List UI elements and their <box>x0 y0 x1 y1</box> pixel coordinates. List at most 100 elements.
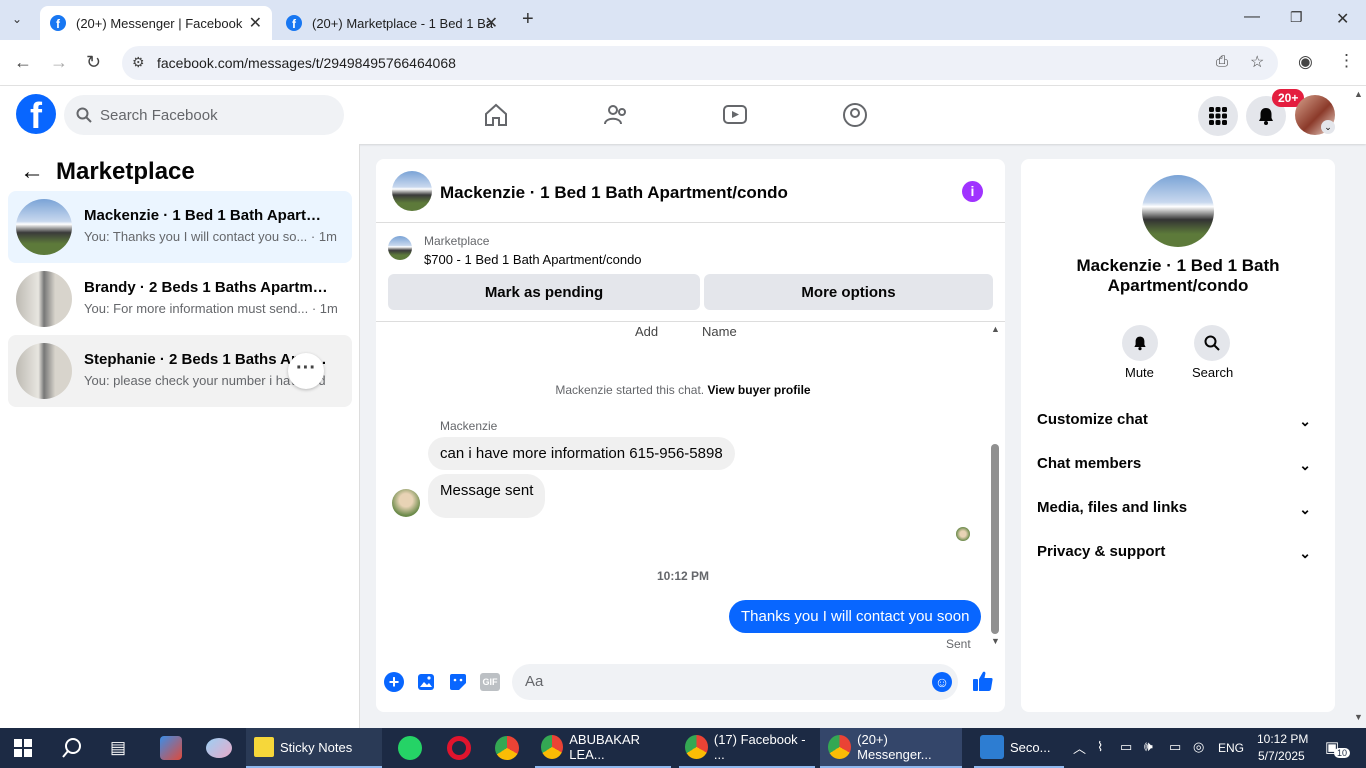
sender-name: Mackenzie <box>440 419 498 433</box>
scroll-up-icon[interactable]: ▲ <box>991 324 1000 334</box>
privacy-support-section[interactable]: Privacy & support ⌄ <box>1037 543 1319 573</box>
scrollbar-thumb[interactable] <box>991 444 999 634</box>
forward-icon[interactable]: → <box>50 52 68 73</box>
tab-search-icon[interactable]: ⌄ <box>12 12 22 26</box>
mark-as-pending-button[interactable]: Mark as pending <box>388 274 700 310</box>
received-message[interactable]: Message sent <box>428 474 546 518</box>
more-actions-plus-icon[interactable]: + <box>384 672 404 692</box>
message-input[interactable]: Aa ☺ <box>512 664 958 700</box>
taskbar-label: ABUBAKAR LEA... <box>569 732 641 762</box>
windows-start-icon[interactable] <box>14 739 32 757</box>
bell-icon <box>1134 336 1146 351</box>
home-icon[interactable] <box>483 102 509 128</box>
friends-icon[interactable] <box>603 102 629 128</box>
message-timestamp: 10:12 PM <box>656 569 710 583</box>
bookmark-star-icon[interactable]: ☆ <box>1250 52 1264 72</box>
language-indicator[interactable]: ENG <box>1218 741 1244 755</box>
received-message[interactable]: can i have more information 615-956-5898 <box>428 437 735 470</box>
whatsapp-icon[interactable] <box>398 736 422 760</box>
watch-video-icon[interactable] <box>722 102 748 128</box>
chrome-menu-icon[interactable]: ⋮ <box>1338 51 1355 71</box>
install-app-icon[interactable]: ⎙ <box>1216 53 1228 70</box>
chrome-icon <box>541 735 564 759</box>
minimize-icon[interactable]: — <box>1244 8 1260 26</box>
gif-icon[interactable]: GIF <box>480 673 500 691</box>
view-buyer-profile-link[interactable]: View buyer profile <box>707 383 810 397</box>
chat-title[interactable]: Mackenzie · 1 Bed 1 Bath Apartment/condo <box>440 183 788 203</box>
account-chevron-icon[interactable]: ⌄ <box>1321 120 1335 134</box>
groups-icon[interactable] <box>842 102 868 128</box>
reload-icon[interactable]: ↻ <box>86 52 101 73</box>
search-chat-button[interactable] <box>1194 325 1230 361</box>
camera-icon[interactable]: ◎ <box>1193 739 1204 755</box>
facebook-header: f Search Facebook 20+ ⌄ <box>0 86 1366 144</box>
conversation-item[interactable]: Brandy · 2 Beds 1 Baths Apartment... You… <box>8 263 352 335</box>
chat-scrollbar[interactable]: ▲ ▼ <box>990 324 1000 649</box>
tab-messenger[interactable]: f (20+) Messenger | Facebook ✕ <box>40 6 272 40</box>
message-placeholder: Aa <box>525 673 544 690</box>
chat-members-section[interactable]: Chat members ⌄ <box>1037 455 1319 485</box>
sender-avatar[interactable] <box>392 489 420 517</box>
conversation-item[interactable]: Mackenzie · 1 Bed 1 Bath Apartme... You:… <box>8 191 352 263</box>
taskbar-chrome-window-active[interactable]: (20+) Messenger... <box>820 728 962 768</box>
customize-chat-section[interactable]: Customize chat ⌄ <box>1037 411 1319 441</box>
menu-grid-button[interactable] <box>1198 96 1238 136</box>
emoji-icon[interactable]: ☺ <box>932 672 952 692</box>
app-icon[interactable] <box>206 738 232 758</box>
sticker-icon[interactable] <box>448 672 468 692</box>
tab-marketplace[interactable]: f (20+) Marketplace - 1 Bed 1 Ba ✕ <box>276 6 508 40</box>
section-label: Customize chat <box>1037 411 1148 428</box>
panel-title: Marketplace <box>56 158 195 185</box>
conversation-options-icon[interactable]: ··· <box>288 353 324 389</box>
info-icon[interactable]: i <box>962 181 983 202</box>
taskbar-sticky-notes[interactable]: Sticky Notes <box>246 728 382 768</box>
display-icon[interactable]: ▭ <box>1120 739 1132 755</box>
task-view-icon[interactable]: ▤ <box>110 738 126 758</box>
scroll-down-icon[interactable]: ▼ <box>991 636 1000 646</box>
listing-source: Marketplace <box>424 234 490 248</box>
close-window-icon[interactable]: ✕ <box>1336 9 1349 29</box>
close-tab-icon[interactable]: ✕ <box>249 13 262 33</box>
battery-icon[interactable]: ▭ <box>1169 739 1181 755</box>
opera-icon[interactable] <box>447 736 471 760</box>
profile-icon[interactable]: ◉ <box>1298 52 1313 72</box>
facebook-logo-icon[interactable]: f <box>16 94 56 134</box>
more-options-button[interactable]: More options <box>704 274 993 310</box>
new-tab-icon[interactable]: + <box>522 8 534 31</box>
address-bar[interactable]: ⚙ facebook.com/messages/t/29498495766464… <box>122 46 1278 80</box>
taskbar-app-window[interactable]: Seco... <box>974 728 1064 768</box>
taskbar-chrome-window[interactable]: ABUBAKAR LEA... <box>535 728 671 768</box>
volume-icon[interactable]: 🕪 <box>1144 738 1153 755</box>
mute-button[interactable] <box>1122 325 1158 361</box>
profile-avatar[interactable] <box>1142 175 1214 247</box>
clock-time[interactable]: 10:12 PM <box>1257 732 1308 746</box>
conversation-item[interactable]: Stephanie · 2 Beds 1 Baths Apar... You: … <box>8 335 352 407</box>
app-icon[interactable] <box>160 736 182 760</box>
photo-icon[interactable] <box>416 672 436 692</box>
chrome-icon[interactable] <box>495 736 519 760</box>
site-info-icon[interactable]: ⚙ <box>132 54 145 71</box>
clock-date[interactable]: 5/7/2025 <box>1258 749 1305 763</box>
close-tab-icon[interactable]: ✕ <box>485 13 498 33</box>
marketplace-conversations-panel: ← Marketplace Mackenzie · 1 Bed 1 Bath A… <box>0 144 360 728</box>
browser-toolbar: ← → ↻ ⚙ facebook.com/messages/t/29498495… <box>0 40 1366 86</box>
network-icon[interactable]: ⌇ <box>1097 739 1103 755</box>
thumbs-up-icon[interactable] <box>972 670 994 692</box>
maximize-icon[interactable]: ❐ <box>1290 9 1303 26</box>
media-files-links-section[interactable]: Media, files and links ⌄ <box>1037 499 1319 529</box>
partial-text: Add <box>635 324 659 339</box>
sent-message[interactable]: Thanks you I will contact you soon <box>729 600 982 633</box>
taskbar-chrome-window[interactable]: (17) Facebook - ... <box>679 728 815 768</box>
listing-thumbnail <box>16 199 72 255</box>
tray-chevron-icon[interactable]: ︿ <box>1073 738 1086 757</box>
search-facebook-input[interactable]: Search Facebook <box>64 95 344 135</box>
back-arrow-icon[interactable]: ← <box>20 158 44 186</box>
chat-avatar[interactable] <box>392 171 432 211</box>
taskbar-search-icon[interactable] <box>61 737 83 759</box>
search-icon <box>76 107 92 123</box>
page-scroll-up-icon[interactable]: ▲ <box>1354 89 1363 99</box>
listing-title[interactable]: $700 - 1 Bed 1 Bath Apartment/condo <box>424 252 642 267</box>
back-icon[interactable]: ← <box>14 52 32 73</box>
page-scroll-down-icon[interactable]: ▼ <box>1354 712 1363 722</box>
sticky-notes-icon <box>254 737 274 757</box>
